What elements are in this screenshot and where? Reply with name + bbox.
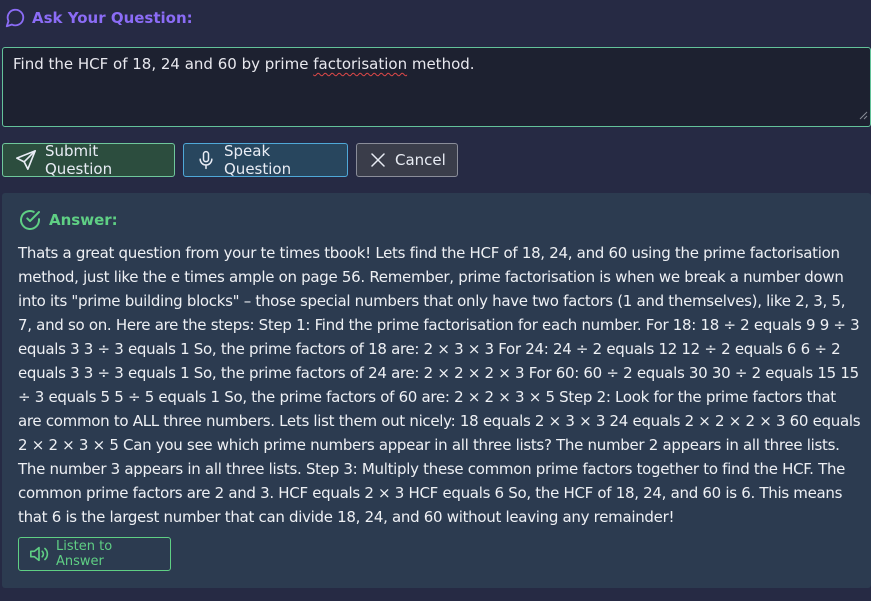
chat-bubble-icon <box>4 7 26 29</box>
question-input[interactable]: Find the HCF of 18, 24 and 60 by prime f… <box>2 47 871 127</box>
check-circle-icon <box>18 208 42 232</box>
cancel-label: Cancel <box>395 151 446 169</box>
question-header: Ask Your Question: <box>4 6 193 30</box>
answer-header: Answer: <box>18 207 118 233</box>
submit-question-button[interactable]: Submit Question <box>2 142 175 178</box>
close-icon <box>369 151 387 169</box>
question-title: Ask Your Question: <box>32 9 193 27</box>
speak-question-button[interactable]: Speak Question <box>183 142 348 178</box>
answer-text: Thats a great question from your te time… <box>18 244 861 526</box>
cancel-button[interactable]: Cancel <box>356 143 458 177</box>
send-icon <box>15 149 37 171</box>
submit-question-label: Submit Question <box>45 142 113 178</box>
answer-panel: Answer: Thats a great question from your… <box>2 193 871 588</box>
listen-to-answer-button[interactable]: Listen to Answer <box>18 537 171 571</box>
question-text-end: method. <box>407 55 475 73</box>
answer-title: Answer: <box>49 211 118 229</box>
resize-handle-icon[interactable] <box>859 106 868 124</box>
speak-question-label: Speak Question <box>224 142 292 178</box>
speaker-icon <box>28 544 50 564</box>
listen-to-answer-label: Listen to Answer <box>56 539 113 569</box>
question-misspelled-word: factorisation <box>313 55 408 73</box>
question-text-start: Find the HCF of 18, 24 and 60 by prime <box>13 55 314 73</box>
microphone-icon <box>196 149 216 171</box>
